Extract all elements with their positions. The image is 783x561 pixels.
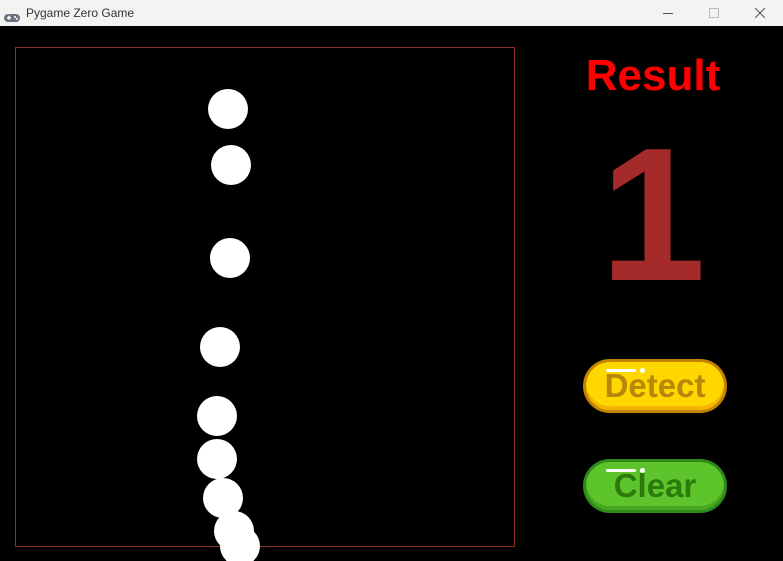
result-value: 1 [600, 109, 706, 321]
window-controls [645, 0, 783, 26]
stroke-dot [208, 89, 248, 129]
clear-button-label: Clear [613, 467, 697, 504]
detect-button[interactable]: Detect [583, 359, 727, 413]
stroke-dot [211, 145, 251, 185]
gamepad-icon [4, 8, 20, 22]
minimize-icon [663, 13, 673, 14]
stroke-dot [220, 526, 260, 561]
drawing-canvas[interactable] [15, 47, 515, 561]
stroke-dot [197, 396, 237, 436]
maximize-icon [709, 8, 719, 18]
close-icon [755, 8, 765, 18]
close-button[interactable] [737, 0, 783, 26]
stroke-dot [200, 327, 240, 367]
title-bar[interactable]: Pygame Zero Game [0, 0, 783, 26]
stroke-dot [197, 439, 237, 479]
game-client-area: Result 1 Detect Clear [0, 26, 783, 561]
result-heading: Result [585, 51, 721, 100]
stroke-dot [210, 238, 250, 278]
app-window: Pygame Zero Game Result 1 Detect Clear [0, 0, 783, 561]
window-title: Pygame Zero Game [26, 6, 135, 20]
minimize-button[interactable] [645, 0, 691, 26]
maximize-button[interactable] [691, 0, 737, 26]
clear-button[interactable]: Clear [583, 459, 727, 513]
detect-button-label: Detect [604, 367, 706, 404]
